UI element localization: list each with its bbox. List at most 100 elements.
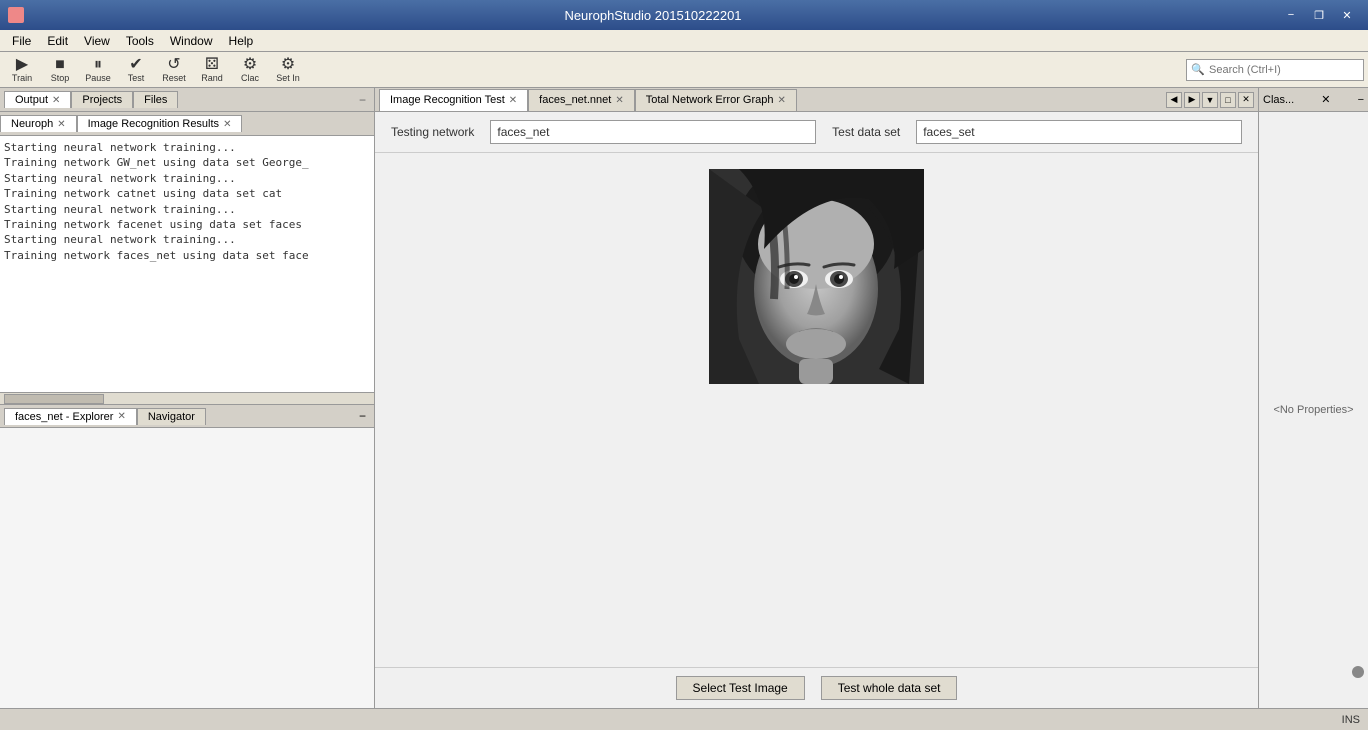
titlebar: NeurophStudio 201510222201 − ❐ ✕ [0,0,1368,30]
test-button[interactable]: ✔ Test [118,54,154,86]
tab-dropdown-button[interactable]: ▼ [1202,92,1218,108]
right-panel-content: <No Properties> [1259,112,1368,708]
menu-view[interactable]: View [76,32,118,50]
right-panel-minimize[interactable]: − [1358,94,1364,106]
app-icon [8,7,24,23]
bottom-panel-minimize[interactable]: − [355,409,370,423]
console-line-4: Training network catnet using data set c… [4,186,370,201]
toolbar: ▶ Train ■ Stop ⏸ Pause ✔ Test ↺ Reset ⚄ … [0,52,1368,88]
tab-next-button[interactable]: ▶ [1184,92,1200,108]
status-text: INS [1342,714,1360,726]
rand-button[interactable]: ⚄ Rand [194,54,230,86]
menu-window[interactable]: Window [162,32,221,50]
neuroph-tabs: Neuroph ✕ Image Recognition Results ✕ [0,112,374,136]
restore-button[interactable]: ❐ [1306,5,1332,25]
test-icon: ✔ [129,57,142,73]
setin-icon: ⚙ [281,57,295,73]
train-icon: ▶ [16,57,28,73]
center-content: Testing network Test data set [375,112,1258,708]
no-properties-label: <No Properties> [1273,404,1353,416]
tab-tne-close[interactable]: ✕ [777,95,785,106]
console-line-7: Starting neural network training... [4,232,370,247]
tab-faces-net-nnet[interactable]: faces_net.nnet ✕ [528,89,635,111]
tab-output-label: Output [15,94,48,106]
menubar: File Edit View Tools Window Help [0,30,1368,52]
search-icon: 🔍 [1191,63,1205,76]
tab-fne-close[interactable]: ✕ [117,411,125,422]
tab-close-all-button[interactable]: ✕ [1238,92,1254,108]
tab-restore-button[interactable]: □ [1220,92,1236,108]
tab-neuroph-label: Neuroph [11,118,53,130]
left-panel: Output ✕ Projects Files − Neuroph ✕ Imag… [0,88,375,708]
setin-button[interactable]: ⚙ Set In [270,54,306,86]
stop-label: Stop [51,73,70,83]
explorer-content [0,428,374,708]
tab-irr-label: Image Recognition Results [88,118,219,130]
minimize-button[interactable]: − [1278,5,1304,25]
tab-fnn-label: faces_net.nnet [539,94,611,106]
tab-neuroph[interactable]: Neuroph ✕ [0,115,77,132]
clac-label: Clac [241,73,259,83]
top-left-tabs: Output ✕ Projects Files − [0,88,374,112]
console-line-2: Training network GW_net using data set G… [4,155,370,170]
stop-button[interactable]: ■ Stop [42,54,78,86]
tab-output[interactable]: Output ✕ [4,91,71,108]
face-svg [709,169,924,384]
testing-network-input[interactable] [490,120,816,144]
tab-output-close[interactable]: ✕ [52,95,60,106]
console-area: Starting neural network training... Trai… [0,136,374,392]
search-bar[interactable]: 🔍 [1186,59,1364,81]
right-panel: Clas... ✕ − <No Properties> [1258,88,1368,708]
train-button[interactable]: ▶ Train [4,54,40,86]
menu-tools[interactable]: Tools [118,32,162,50]
test-data-set-input[interactable] [916,120,1242,144]
image-area [375,153,1258,667]
footer-buttons: Select Test Image Test whole data set [375,667,1258,708]
rand-icon: ⚄ [205,57,219,73]
right-panel-close[interactable]: ✕ [1321,93,1330,106]
console-line-3: Starting neural network training... [4,171,370,186]
center-panel: Image Recognition Test ✕ faces_net.nnet … [375,88,1258,708]
reset-button[interactable]: ↺ Reset [156,54,192,86]
search-input[interactable] [1209,64,1359,76]
tab-irr-close[interactable]: ✕ [223,119,231,130]
test-label: Test [128,73,145,83]
tab-prev-button[interactable]: ◀ [1166,92,1182,108]
tab-projects-label: Projects [82,94,122,106]
tab-fne-label: faces_net - Explorer [15,411,113,423]
right-panel-scroll-indicator[interactable] [1352,666,1364,678]
menu-help[interactable]: Help [221,32,262,50]
panel-minimize[interactable]: − [355,93,370,107]
close-button[interactable]: ✕ [1334,5,1360,25]
pause-button[interactable]: ⏸ Pause [80,54,116,86]
train-label: Train [12,73,32,83]
tab-faces-net-explorer[interactable]: faces_net - Explorer ✕ [4,408,137,425]
menu-file[interactable]: File [4,32,39,50]
h-scrollbar[interactable] [0,392,374,404]
window-controls: − ❐ ✕ [1278,5,1360,25]
tab-files[interactable]: Files [133,91,178,108]
tab-nav-controls: ◀ ▶ ▼ □ ✕ [1166,92,1258,108]
pause-label: Pause [85,73,111,83]
tab-navigator[interactable]: Navigator [137,408,206,425]
tab-projects[interactable]: Projects [71,91,133,108]
select-test-image-button[interactable]: Select Test Image [676,676,805,700]
console-line-8: Training network faces_net using data se… [4,248,370,263]
center-tabs: Image Recognition Test ✕ faces_net.nnet … [375,88,1258,112]
reset-label: Reset [162,73,186,83]
testing-network-label: Testing network [391,125,474,139]
menu-edit[interactable]: Edit [39,32,76,50]
clac-button[interactable]: ⚙ Clac [232,54,268,86]
tab-image-recognition-test[interactable]: Image Recognition Test ✕ [379,89,528,111]
tab-neuroph-close[interactable]: ✕ [57,119,65,130]
clac-icon: ⚙ [243,57,257,73]
console-line-6: Training network facenet using data set … [4,217,370,232]
h-scrollbar-thumb[interactable] [4,394,104,404]
tab-irt-close[interactable]: ✕ [509,95,517,106]
tab-total-network-error[interactable]: Total Network Error Graph ✕ [635,89,797,111]
tab-image-recognition-results[interactable]: Image Recognition Results ✕ [77,115,243,132]
setin-label: Set In [276,73,300,83]
tab-fnn-close[interactable]: ✕ [615,95,623,106]
test-whole-dataset-button[interactable]: Test whole data set [821,676,958,700]
rand-label: Rand [201,73,223,83]
